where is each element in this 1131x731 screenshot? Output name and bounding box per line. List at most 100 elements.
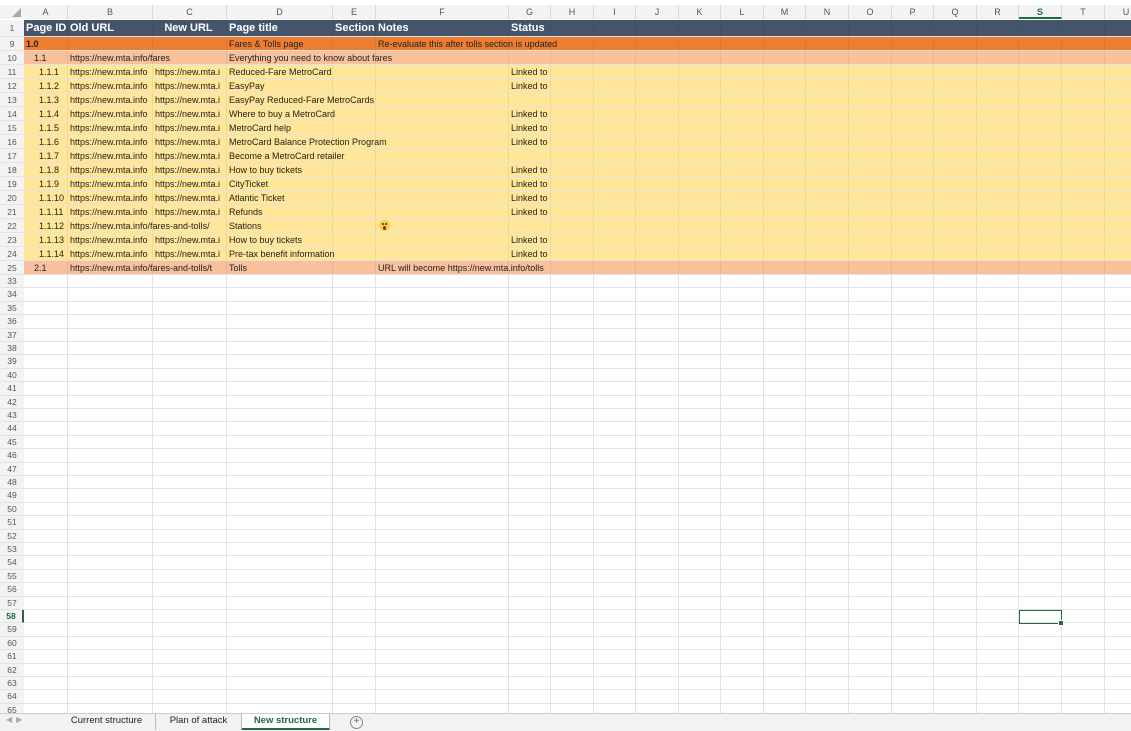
cell-page-id[interactable]: 1.1.5 <box>39 121 59 135</box>
cell-page-title[interactable]: Become a MetroCard retailer <box>229 149 345 163</box>
cell-page-title[interactable]: How to buy tickets <box>229 163 302 177</box>
cell-old-url[interactable]: https://new.mta.info <box>70 93 152 107</box>
cell-page-id[interactable]: 1.1.7 <box>39 149 59 163</box>
cell-status[interactable]: Linked to <box>511 205 548 219</box>
row-number[interactable]: 48 <box>0 476 24 490</box>
column-header-e[interactable]: E <box>333 5 376 19</box>
cell-new-url[interactable]: https://new.mta.i <box>155 205 226 219</box>
row-number[interactable]: 57 <box>0 596 24 610</box>
tab-new-structure[interactable]: New structure <box>242 714 330 730</box>
row-number[interactable]: 43 <box>0 409 24 423</box>
header-notes[interactable]: Notes <box>378 20 409 37</box>
row-number[interactable]: 58 <box>0 610 24 624</box>
cell-status[interactable]: Linked to <box>511 233 548 247</box>
cell-page-id[interactable]: 1.1.6 <box>39 135 59 149</box>
cell-page-id[interactable]: 1.1.3 <box>39 93 59 107</box>
column-header-r[interactable]: R <box>977 5 1019 19</box>
cell-page-title[interactable]: Where to buy a MetroCard <box>229 107 335 121</box>
cell-page-id[interactable]: 1.1.2 <box>39 79 59 93</box>
cell-status[interactable]: Linked to <box>511 177 548 191</box>
cell-notes[interactable]: URL will become https://new.mta.info/tol… <box>378 261 544 275</box>
row-number[interactable]: 19 <box>0 177 24 191</box>
row-number[interactable]: 41 <box>0 382 24 396</box>
header-old-url[interactable]: Old URL <box>70 20 114 37</box>
cell-new-url[interactable]: https://new.mta.i <box>155 79 226 93</box>
cell-status[interactable]: Linked to <box>511 163 548 177</box>
row-number[interactable]: 44 <box>0 422 24 436</box>
row-number[interactable]: 50 <box>0 502 24 517</box>
column-header-b[interactable]: B <box>68 5 153 19</box>
cell-page-id[interactable]: 1.1 <box>34 51 47 65</box>
row-number[interactable]: 15 <box>0 121 24 135</box>
cell-page-title[interactable]: MetroCard Balance Protection Program <box>229 135 387 149</box>
row-number[interactable]: 35 <box>0 301 24 316</box>
cell-page-id[interactable]: 1.1.1 <box>39 65 59 79</box>
cell-page-title[interactable]: EasyPay <box>229 79 265 93</box>
cell-page-title[interactable]: EasyPay Reduced-Fare MetroCards <box>229 93 374 107</box>
cell-old-url[interactable]: https://new.mta.info <box>70 191 152 205</box>
cell-page-title[interactable]: Fares & Tolls page <box>229 37 303 51</box>
row-number[interactable]: 18 <box>0 163 24 177</box>
row-number[interactable]: 65 <box>0 703 24 713</box>
row-number[interactable]: 51 <box>0 516 24 530</box>
cell-page-title[interactable]: Stations <box>229 219 262 233</box>
row-number[interactable]: 39 <box>0 355 24 369</box>
column-header-h[interactable]: H <box>551 5 594 19</box>
cell-page-id[interactable]: 1.1.13 <box>39 233 64 247</box>
column-header-j[interactable]: J <box>636 5 679 19</box>
header-new-url[interactable]: New URL <box>153 20 224 37</box>
cell-old-url[interactable]: https://new.mta.info/fares <box>70 51 226 65</box>
row-number[interactable]: 53 <box>0 543 24 557</box>
row-number[interactable]: 21 <box>0 205 24 219</box>
row-number[interactable]: 60 <box>0 636 24 651</box>
column-header-p[interactable]: P <box>892 5 934 19</box>
cell-new-url[interactable]: https://new.mta.i <box>155 149 226 163</box>
cell-status[interactable]: Linked to <box>511 135 548 149</box>
select-all-corner[interactable] <box>0 5 24 19</box>
cell-page-id[interactable]: 1.1.8 <box>39 163 59 177</box>
cell-page-id[interactable]: 1.1.11 <box>39 205 63 219</box>
row-number[interactable]: 10 <box>0 51 24 65</box>
row-number[interactable]: 9 <box>0 37 24 51</box>
cell-old-url[interactable]: https://new.mta.info <box>70 205 152 219</box>
cell-status[interactable]: Linked to <box>511 247 548 261</box>
column-header-k[interactable]: K <box>679 5 721 19</box>
cell-page-title[interactable]: CityTicket <box>229 177 268 191</box>
cell-new-url[interactable]: https://new.mta.i <box>155 107 226 121</box>
column-header-f[interactable]: F <box>376 5 509 19</box>
row-number[interactable]: 1 <box>0 20 24 37</box>
header-page-title[interactable]: Page title <box>229 20 278 37</box>
cell-page-title[interactable]: Everything you need to know about fares <box>229 51 392 65</box>
cell-status[interactable]: Linked to <box>511 65 548 79</box>
cell-status[interactable]: Linked to <box>511 121 548 135</box>
row-number[interactable]: 56 <box>0 583 24 597</box>
cell-old-url[interactable]: https://new.mta.info/fares-and-tolls/t <box>70 261 226 275</box>
cell-status[interactable]: Linked to <box>511 107 548 121</box>
cell-status[interactable]: Linked to <box>511 191 548 205</box>
header-status[interactable]: Status <box>511 20 545 37</box>
row-number[interactable]: 34 <box>0 288 24 302</box>
column-header-a[interactable]: A <box>24 5 68 19</box>
cell-old-url[interactable]: https://new.mta.info <box>70 233 152 247</box>
fill-handle[interactable] <box>1058 620 1064 626</box>
row-number[interactable]: 22 <box>0 219 24 233</box>
cell-new-url[interactable]: https://new.mta.i <box>155 135 226 149</box>
row-number[interactable]: 24 <box>0 247 24 261</box>
column-header-d[interactable]: D <box>227 5 333 19</box>
cell-page-title[interactable]: How to buy tickets <box>229 233 302 247</box>
cell-page-title[interactable]: MetroCard help <box>229 121 291 135</box>
cell-old-url[interactable]: https://new.mta.info <box>70 247 152 261</box>
cell-new-url[interactable]: https://new.mta.i <box>155 121 226 135</box>
cell-old-url[interactable]: https://new.mta.info <box>70 149 152 163</box>
row-number[interactable]: 47 <box>0 462 24 476</box>
column-header-t[interactable]: T <box>1062 5 1105 19</box>
row-number[interactable]: 63 <box>0 677 24 691</box>
row-number[interactable]: 61 <box>0 650 24 664</box>
column-header-m[interactable]: M <box>764 5 806 19</box>
row-number[interactable]: 11 <box>0 65 24 79</box>
row-number[interactable]: 38 <box>0 342 24 356</box>
row-number[interactable]: 59 <box>0 623 24 637</box>
column-header-i[interactable]: I <box>594 5 636 19</box>
cell-page-title[interactable]: Reduced-Fare MetroCard <box>229 65 332 79</box>
cell-page-id[interactable]: 1.0 <box>26 37 39 51</box>
